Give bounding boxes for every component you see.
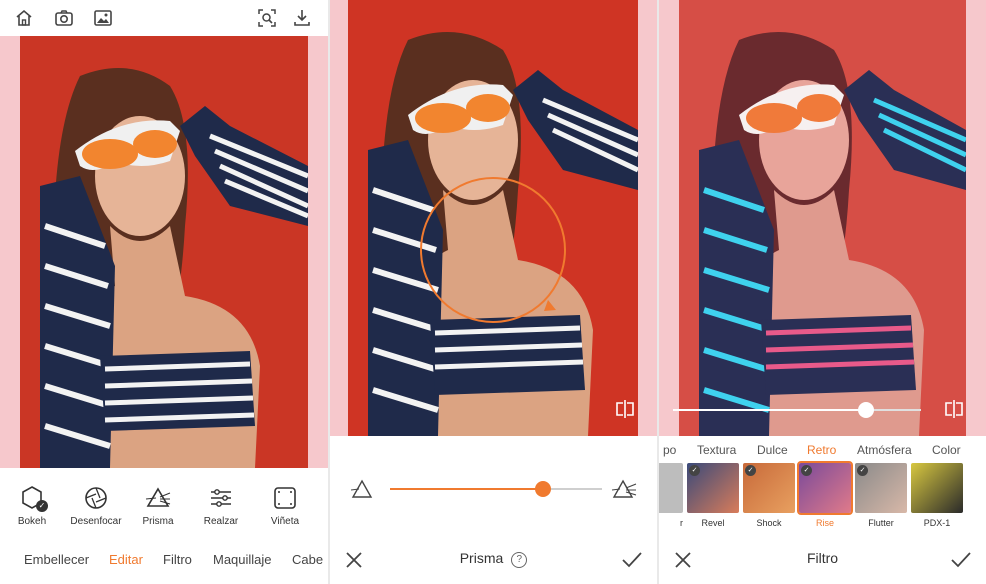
- filter-strength-track-filled[interactable]: [673, 409, 866, 411]
- apply-check-icon[interactable]: [621, 550, 643, 570]
- filter-preview: ✓: [855, 463, 907, 513]
- home-icon[interactable]: [14, 8, 34, 28]
- category-tab[interactable]: Textura: [697, 443, 736, 457]
- category-tab-active[interactable]: Retro: [807, 443, 836, 457]
- photo-canvas[interactable]: [20, 36, 308, 468]
- tool-bokeh[interactable]: ✓ Bokeh: [2, 478, 62, 527]
- compare-icon[interactable]: [943, 398, 965, 420]
- photo-margin-left: [330, 0, 348, 436]
- photo-margin-right: [308, 36, 328, 468]
- search-image-icon[interactable]: [257, 8, 277, 28]
- filter-thumb[interactable]: r: [659, 463, 683, 528]
- vignette-icon: [274, 487, 296, 509]
- filter-name: r: [680, 518, 683, 528]
- panel-title: Filtro: [806, 550, 839, 566]
- tab-filtro[interactable]: Filtro: [163, 552, 192, 567]
- photo-margin-left: [0, 36, 20, 468]
- photo-margin-right: [966, 0, 986, 436]
- filter-thumb-selected[interactable]: ✓ Rise: [797, 461, 853, 528]
- aperture-icon: [85, 487, 107, 509]
- tab-embellecer[interactable]: Embellecer: [24, 552, 89, 567]
- download-icon[interactable]: [292, 8, 312, 28]
- camera-icon[interactable]: [54, 8, 74, 28]
- filter-name: Revel: [701, 518, 725, 528]
- tool-prisma[interactable]: Prisma: [128, 478, 188, 527]
- filter-name: Shock: [756, 518, 782, 528]
- photo-margin-right: [638, 0, 657, 436]
- filter-thumbnail-strip: r ✓ Revel ✓ Shock ✓ Rise ✓ Flutter PDX-1: [659, 461, 986, 535]
- check-icon: ✓: [801, 465, 812, 476]
- filter-preview: ✓: [797, 461, 853, 515]
- filter-panel: po Textura Dulce Retro Atmósfera Color r…: [659, 0, 986, 584]
- slider-knob[interactable]: [535, 481, 551, 497]
- filter-thumb[interactable]: PDX-1: [911, 463, 963, 528]
- panel-title: Prisma: [459, 550, 504, 566]
- filter-preview: ✓: [743, 463, 795, 513]
- tool-row: ✓ Bokeh Desenfocar Prisma Realzar Viñeta: [0, 478, 328, 538]
- filter-thumb[interactable]: ✓ Revel: [687, 463, 739, 528]
- tab-editar[interactable]: Editar: [109, 552, 143, 567]
- top-toolbar: [0, 0, 328, 36]
- filter-strength-track[interactable]: [866, 409, 921, 411]
- apply-check-icon[interactable]: [950, 550, 972, 570]
- tool-label: Desenfocar: [70, 516, 122, 527]
- tool-label: Realzar: [203, 516, 239, 527]
- category-tab[interactable]: Atmósfera: [857, 443, 912, 457]
- check-icon: ✓: [689, 465, 700, 476]
- photo-margin-left: [659, 0, 679, 436]
- prism-footer: Prisma?: [330, 540, 657, 580]
- filter-thumb[interactable]: ✓ Shock: [743, 463, 795, 528]
- tool-label: Viñeta: [270, 516, 300, 527]
- compare-icon[interactable]: [614, 398, 636, 420]
- tab-maquillaje[interactable]: Maquillaje: [213, 552, 272, 567]
- filter-preview: ✓: [687, 463, 739, 513]
- category-tab[interactable]: po: [663, 443, 676, 457]
- filter-preview: [911, 463, 963, 513]
- help-icon[interactable]: ?: [511, 552, 528, 568]
- editor-panel: ✓ Bokeh Desenfocar Prisma Realzar Viñeta…: [0, 0, 328, 584]
- bottom-tab-bar: Embellecer Editar Filtro Maquillaje Cabe: [0, 544, 328, 574]
- tool-realzar[interactable]: Realzar: [191, 478, 251, 527]
- filter-name: Rise: [815, 518, 834, 528]
- filter-strength-knob[interactable]: [858, 402, 874, 418]
- prism-icon: [145, 487, 171, 507]
- photo-canvas[interactable]: [348, 0, 638, 436]
- sliders-icon: [211, 489, 231, 507]
- applied-check-icon: ✓: [36, 500, 48, 512]
- filter-name: PDX-1: [923, 518, 951, 528]
- tool-label: Bokeh: [17, 516, 47, 527]
- filter-category-bar: po Textura Dulce Retro Atmósfera Color: [659, 440, 986, 460]
- slider-track-filled[interactable]: [390, 488, 543, 490]
- tool-desenfocar[interactable]: Desenfocar: [66, 478, 126, 527]
- filter-preview: [659, 463, 683, 513]
- prism-low-icon: [350, 479, 373, 498]
- footer-title-wrap: Prisma?: [330, 550, 657, 568]
- check-icon: ✓: [745, 465, 756, 476]
- slider-track[interactable]: [543, 488, 602, 490]
- filter-thumb[interactable]: ✓ Flutter: [855, 463, 907, 528]
- tool-vineta[interactable]: Viñeta: [255, 478, 315, 527]
- prism-panel: Prisma?: [330, 0, 657, 584]
- prism-high-icon: [611, 479, 637, 498]
- category-tab[interactable]: Color: [932, 443, 961, 457]
- check-icon: ✓: [857, 465, 868, 476]
- filter-footer: Filtro: [659, 540, 986, 580]
- tab-cabello[interactable]: Cabe: [292, 552, 323, 567]
- prism-slider: [330, 470, 657, 510]
- gallery-icon[interactable]: [93, 8, 113, 28]
- tool-label: Prisma: [142, 516, 174, 527]
- filter-name: Flutter: [868, 518, 894, 528]
- photo-canvas[interactable]: [679, 0, 966, 436]
- category-tab[interactable]: Dulce: [757, 443, 788, 457]
